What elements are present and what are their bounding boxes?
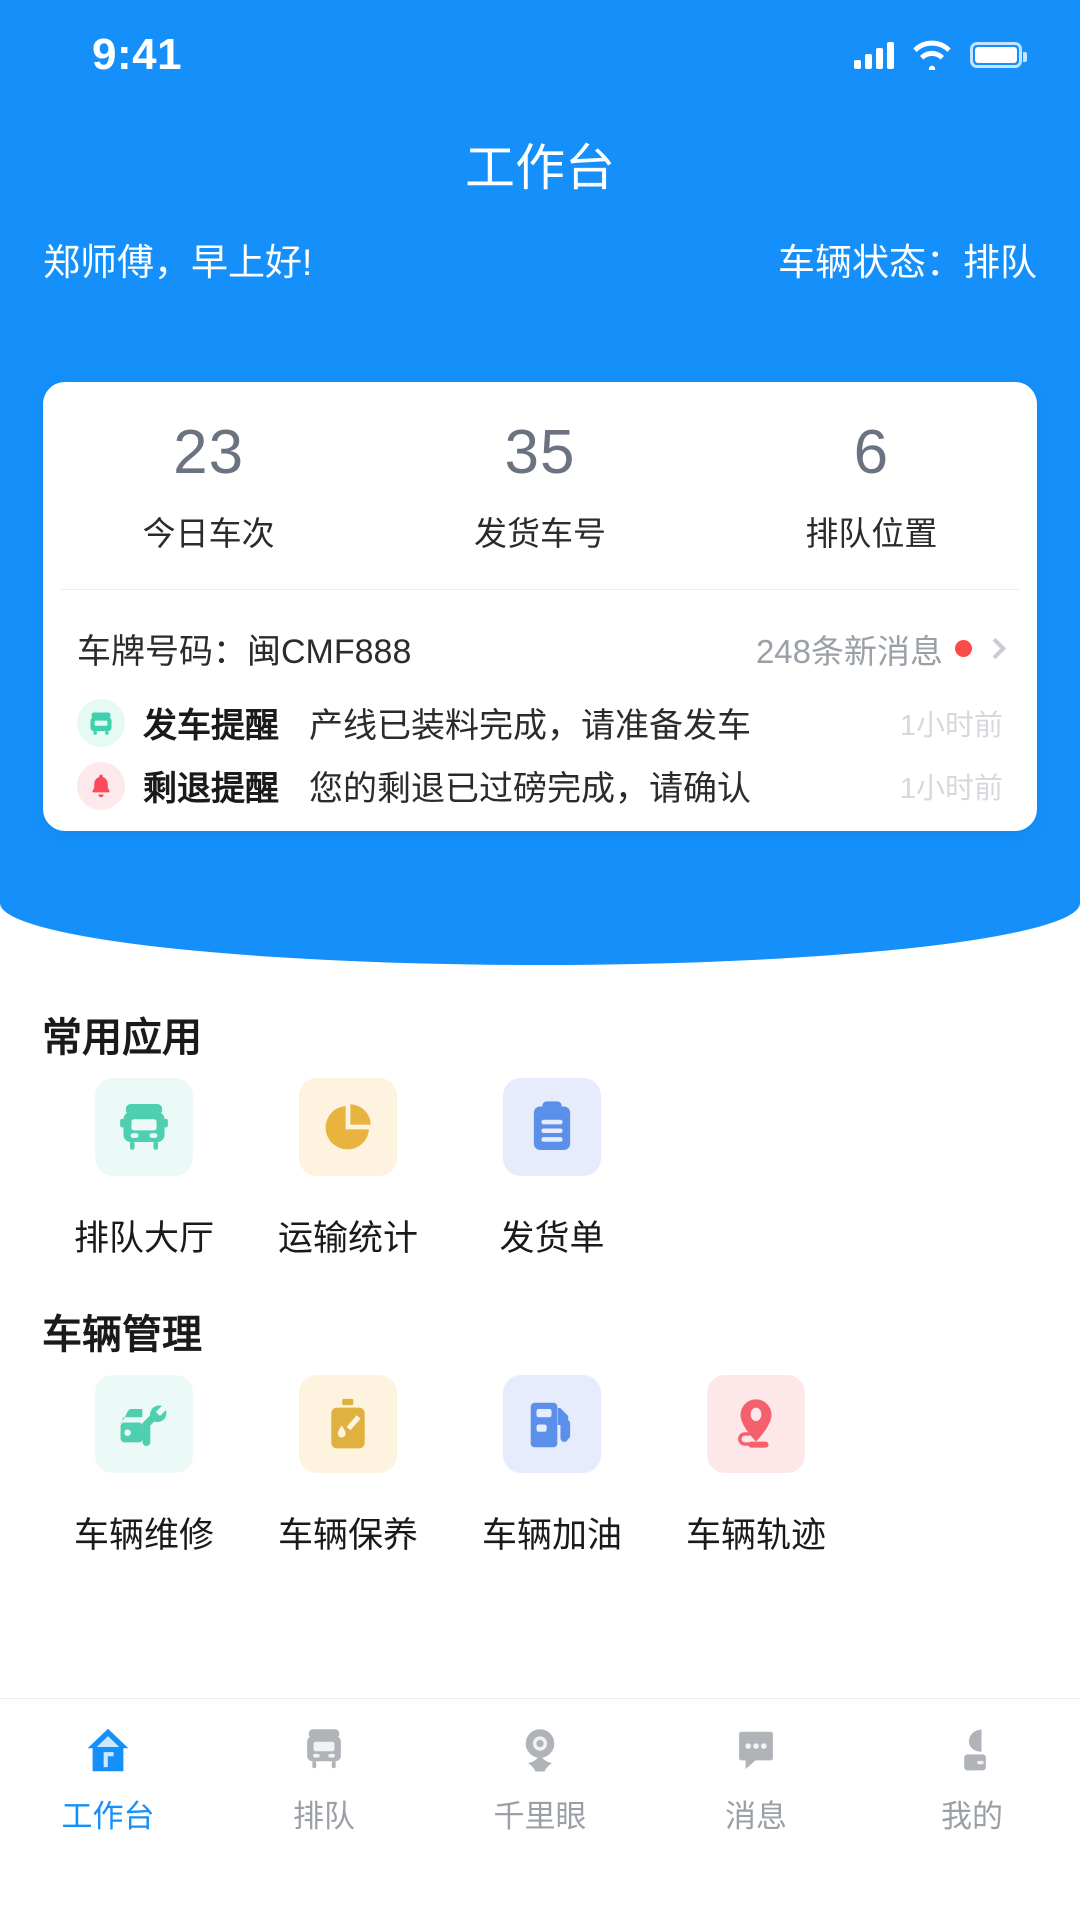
stat-value: 6 xyxy=(853,418,890,487)
app-label: 排队大厅 xyxy=(73,1219,214,1258)
notification-body: 产线已装料完成，请准备发车 xyxy=(309,707,751,746)
app-label: 车辆轨迹 xyxy=(685,1516,826,1555)
car-wrench-icon xyxy=(95,1375,193,1473)
tab-label: 千里眼 xyxy=(493,1799,587,1834)
camera-eye-icon xyxy=(511,1721,569,1779)
bus-icon xyxy=(77,698,125,747)
stat-queue-position[interactable]: 6 排队位置 xyxy=(706,420,1037,555)
app-label: 车辆保养 xyxy=(277,1516,418,1555)
wifi-icon xyxy=(913,40,951,70)
tab-surveillance[interactable]: 千里眼 xyxy=(432,1721,648,1836)
greeting-row: 郑师傅，早上好! 车辆状态：排队 xyxy=(0,232,1080,286)
notification-row[interactable]: 剩退提醒 您的剩退已过磅完成，请确认 1小时前 xyxy=(43,754,1037,817)
new-messages-count: 248条新消息 xyxy=(755,632,943,670)
stat-value: 23 xyxy=(173,418,245,487)
home-icon xyxy=(79,1721,137,1779)
battery-icon xyxy=(970,42,1027,68)
notification-body: 您的剩退已过磅完成，请确认 xyxy=(309,770,751,809)
notification-time: 1小时前 xyxy=(899,772,1003,805)
stats-row: 23 今日车次 35 发货车号 6 排队位置 xyxy=(43,382,1037,589)
status-icons xyxy=(854,40,1027,70)
tab-label: 排队 xyxy=(293,1799,355,1834)
app-item-vehicle-repair[interactable]: 车辆维修 xyxy=(42,1375,246,1558)
bottom-tab-bar: 工作台 排队 千里眼 消息 我的 xyxy=(0,1698,1080,1920)
app-item-transport-stats[interactable]: 运输统计 xyxy=(246,1078,450,1261)
stat-today-trips[interactable]: 23 今日车次 xyxy=(43,420,374,555)
notification-time: 1小时前 xyxy=(899,709,1003,742)
bus-front-icon xyxy=(95,1078,193,1176)
notification-title: 剩退提醒 xyxy=(143,770,279,809)
unread-dot-icon xyxy=(955,640,972,658)
stat-label: 今日车次 xyxy=(142,515,275,553)
app-label: 发货单 xyxy=(499,1219,605,1258)
common-apps-grid: 排队大厅 运输统计 发货单 xyxy=(42,1078,1038,1261)
tab-messages[interactable]: 消息 xyxy=(648,1721,864,1836)
tab-queue[interactable]: 排队 xyxy=(216,1721,432,1836)
status-time: 9:41 xyxy=(92,30,183,79)
stat-value: 35 xyxy=(504,418,576,487)
plate-row: 车牌号码：闽CMF888 248条新消息 xyxy=(43,590,1037,691)
tab-workbench[interactable]: 工作台 xyxy=(0,1721,216,1836)
signal-bars-icon xyxy=(854,41,894,69)
oil-can-icon xyxy=(299,1375,397,1473)
app-label: 运输统计 xyxy=(277,1219,418,1258)
page-title: 工作台 xyxy=(465,140,615,196)
location-pin-icon xyxy=(707,1375,805,1473)
section-title-common-apps: 常用应用 xyxy=(42,1016,202,1060)
new-messages-link[interactable]: 248条新消息 xyxy=(755,625,1007,673)
chevron-right-icon xyxy=(984,637,1007,660)
vehicle-management-grid: 车辆维修 车辆保养 车辆加油 车辆轨迹 xyxy=(42,1375,1038,1558)
app-item-queue-hall[interactable]: 排队大厅 xyxy=(42,1078,246,1261)
tab-label: 工作台 xyxy=(61,1799,155,1834)
plate-number-label: 车牌号码：闽CMF888 xyxy=(77,633,412,672)
fuel-pump-icon xyxy=(503,1375,601,1473)
app-item-vehicle-maintenance[interactable]: 车辆保养 xyxy=(246,1375,450,1558)
app-item-shipping-order[interactable]: 发货单 xyxy=(450,1078,654,1261)
chat-bubble-icon xyxy=(727,1721,785,1779)
greeting-text: 郑师傅，早上好! xyxy=(43,242,313,283)
stat-label: 发货车号 xyxy=(473,515,606,553)
tab-label: 消息 xyxy=(725,1799,787,1834)
person-icon xyxy=(943,1721,1001,1779)
clipboard-icon xyxy=(503,1078,601,1176)
tab-profile[interactable]: 我的 xyxy=(864,1721,1080,1836)
stat-shipping-vehicle[interactable]: 35 发货车号 xyxy=(374,420,705,555)
app-label: 车辆维修 xyxy=(73,1516,214,1555)
app-item-vehicle-refuel[interactable]: 车辆加油 xyxy=(450,1375,654,1558)
section-title-vehicle-management: 车辆管理 xyxy=(42,1313,202,1357)
notification-row[interactable]: 发车提醒 产线已装料完成，请准备发车 1小时前 xyxy=(43,691,1037,754)
app-item-vehicle-track[interactable]: 车辆轨迹 xyxy=(654,1375,858,1558)
vehicle-status-text: 车辆状态：排队 xyxy=(778,242,1037,283)
notification-title: 发车提醒 xyxy=(143,707,279,746)
info-card: 23 今日车次 35 发货车号 6 排队位置 车牌号码：闽CMF888 248条… xyxy=(43,382,1037,832)
pie-chart-icon xyxy=(299,1078,397,1176)
status-bar: 9:41 xyxy=(0,0,1080,110)
tab-label: 我的 xyxy=(941,1799,1003,1834)
stat-label: 排队位置 xyxy=(805,515,938,553)
bell-icon xyxy=(77,761,125,810)
bus-icon xyxy=(295,1721,353,1779)
app-label: 车辆加油 xyxy=(481,1516,622,1555)
